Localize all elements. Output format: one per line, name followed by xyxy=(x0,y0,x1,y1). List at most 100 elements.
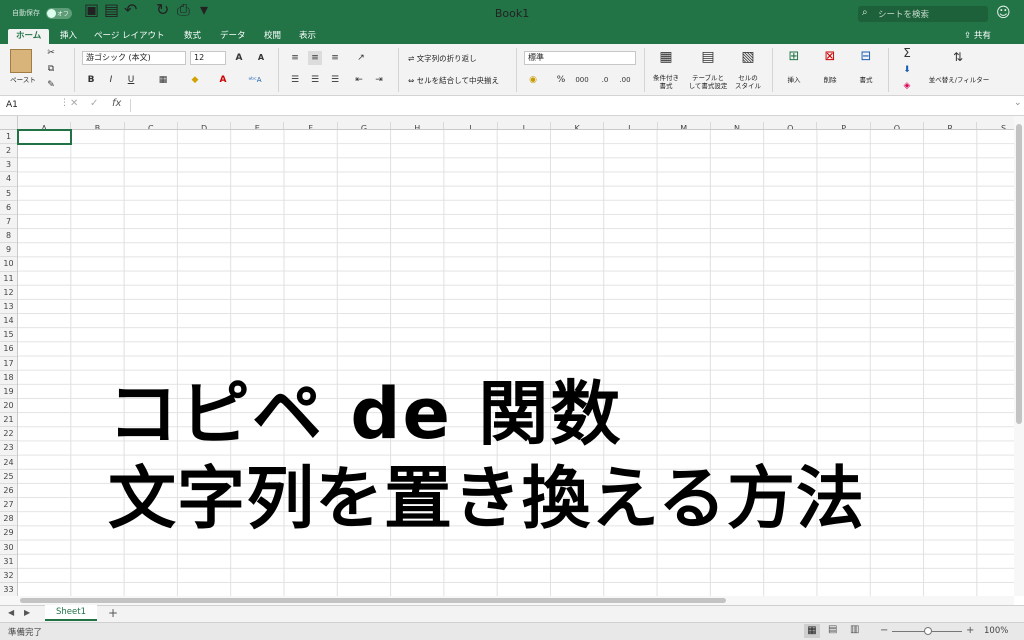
row-header[interactable]: 21 xyxy=(0,413,17,428)
increase-indent-icon[interactable]: ⇥ xyxy=(372,73,386,87)
page-layout-view-icon[interactable]: ▤ xyxy=(828,624,837,635)
column-header[interactable]: M xyxy=(658,122,711,129)
paste-icon[interactable] xyxy=(10,49,32,73)
row-header[interactable]: 1 xyxy=(0,130,17,145)
delete-cells-icon[interactable]: ⊠ xyxy=(820,50,840,70)
text-orientation-icon[interactable]: ↗ xyxy=(354,51,368,65)
column-header[interactable]: F xyxy=(284,122,338,129)
row-header[interactable]: 33 xyxy=(0,583,17,596)
copy-icon[interactable]: ⧉ xyxy=(44,62,58,76)
align-right-icon[interactable]: ☰ xyxy=(328,73,342,87)
fill-icon[interactable]: ⬇ xyxy=(900,63,914,77)
font-color-icon[interactable]: A xyxy=(216,73,230,87)
format-painter-icon[interactable]: ✎ xyxy=(44,78,58,92)
row-header[interactable]: 20 xyxy=(0,399,17,414)
align-left-icon[interactable]: ☰ xyxy=(288,73,302,87)
row-header[interactable]: 10 xyxy=(0,257,17,272)
column-header[interactable]: P xyxy=(817,122,871,129)
decrease-font-icon[interactable]: A xyxy=(254,51,268,65)
align-middle-icon[interactable]: ≡ xyxy=(308,51,322,65)
tab-page-layout[interactable]: ページ レイアウト xyxy=(86,29,173,44)
row-header[interactable]: 9 xyxy=(0,243,17,258)
column-header[interactable]: N xyxy=(711,122,765,129)
currency-icon[interactable]: ◉ xyxy=(526,73,540,87)
column-header[interactable]: J xyxy=(498,122,551,129)
row-header[interactable]: 8 xyxy=(0,229,17,244)
share-button[interactable]: ⇪ 共有 xyxy=(964,29,991,44)
increase-font-icon[interactable]: A xyxy=(232,51,246,65)
column-header[interactable]: E xyxy=(231,122,285,129)
row-header[interactable]: 28 xyxy=(0,512,17,527)
sheet-tab-sheet1[interactable]: Sheet1 xyxy=(45,605,97,621)
fill-color-icon[interactable]: ◆ xyxy=(188,73,202,87)
horizontal-scroll-thumb[interactable] xyxy=(20,598,726,603)
column-header[interactable]: Q xyxy=(871,122,925,129)
row-header[interactable]: 15 xyxy=(0,328,17,343)
tab-data[interactable]: データ xyxy=(212,29,254,44)
cell-style-icon[interactable]: ▧ xyxy=(738,50,758,70)
expand-formula-icon[interactable]: ⌄ xyxy=(1014,98,1022,108)
increase-decimal-icon[interactable]: .0 xyxy=(598,73,612,87)
autosum-icon[interactable]: Σ xyxy=(900,46,914,60)
wrap-text-button[interactable]: ⇌ 文字列の折り返し xyxy=(408,53,477,64)
row-header[interactable]: 5 xyxy=(0,187,17,201)
normal-view-icon[interactable]: ▦ xyxy=(804,624,820,638)
next-sheet-icon[interactable]: ▶ xyxy=(24,608,30,617)
row-header[interactable]: 29 xyxy=(0,526,17,541)
row-header[interactable]: 30 xyxy=(0,541,17,555)
column-header[interactable]: H xyxy=(391,122,445,129)
row-header[interactable]: 14 xyxy=(0,314,17,329)
column-header[interactable]: K xyxy=(551,122,605,129)
italic-button[interactable]: I xyxy=(104,73,118,87)
row-header[interactable]: 17 xyxy=(0,357,17,371)
add-sheet-icon[interactable]: + xyxy=(108,606,118,620)
font-size-select[interactable]: 12 xyxy=(190,51,226,65)
page-break-view-icon[interactable]: ▥ xyxy=(850,624,859,635)
row-header[interactable]: 3 xyxy=(0,158,17,173)
font-name-select[interactable]: 游ゴシック (本文) xyxy=(82,51,186,65)
row-header[interactable]: 7 xyxy=(0,215,17,230)
row-header[interactable]: 22 xyxy=(0,427,17,442)
conditional-format-icon[interactable]: ▦ xyxy=(656,50,676,70)
row-header[interactable]: 4 xyxy=(0,172,17,187)
align-top-icon[interactable]: ≡ xyxy=(288,51,302,65)
column-header[interactable]: I xyxy=(444,122,498,129)
name-box[interactable]: A1 xyxy=(2,98,58,113)
format-cells-icon[interactable]: ⊟ xyxy=(856,50,876,70)
tab-home[interactable]: ホーム xyxy=(8,29,50,44)
vertical-scroll-thumb[interactable] xyxy=(1016,124,1022,424)
cancel-icon[interactable]: ✕ xyxy=(70,98,78,109)
select-all-corner[interactable] xyxy=(0,116,18,130)
function-button[interactable]: fx xyxy=(112,98,121,109)
row-header[interactable]: 31 xyxy=(0,555,17,569)
row-header[interactable]: 18 xyxy=(0,371,17,385)
row-header[interactable]: 13 xyxy=(0,300,17,315)
tab-insert[interactable]: 挿入 xyxy=(52,29,85,44)
borders-icon[interactable]: ▦ xyxy=(156,73,170,87)
column-header[interactable]: G xyxy=(338,122,392,129)
tab-review[interactable]: 校閲 xyxy=(256,29,289,44)
align-center-icon[interactable]: ☰ xyxy=(308,73,322,87)
tab-view[interactable]: 表示 xyxy=(291,29,324,44)
clear-icon[interactable]: ◈ xyxy=(900,79,914,93)
row-header[interactable]: 11 xyxy=(0,272,17,286)
column-header[interactable]: S xyxy=(977,122,1014,129)
active-cell-a1[interactable] xyxy=(17,129,72,145)
row-header[interactable]: 12 xyxy=(0,286,17,300)
merge-center-button[interactable]: ⇔ セルを結合して中央揃え xyxy=(408,75,499,86)
row-header[interactable]: 32 xyxy=(0,569,17,583)
row-header[interactable]: 6 xyxy=(0,201,17,215)
column-header[interactable]: L xyxy=(604,122,658,129)
column-header[interactable]: B xyxy=(71,122,125,129)
row-header[interactable]: 23 xyxy=(0,441,17,456)
prev-sheet-icon[interactable]: ◀ xyxy=(8,608,14,617)
insert-cells-icon[interactable]: ⊞ xyxy=(784,50,804,70)
row-header[interactable]: 27 xyxy=(0,498,17,513)
comma-style-button[interactable]: 000 xyxy=(572,73,592,87)
sort-filter-icon[interactable]: ⇅ xyxy=(948,50,968,70)
row-header[interactable]: 26 xyxy=(0,484,17,499)
row-header[interactable]: 24 xyxy=(0,456,17,470)
number-format-select[interactable]: 標準 xyxy=(524,51,636,65)
name-box-chevron-icon[interactable]: ⋮ xyxy=(60,98,69,108)
zoom-in-icon[interactable]: + xyxy=(966,625,974,636)
